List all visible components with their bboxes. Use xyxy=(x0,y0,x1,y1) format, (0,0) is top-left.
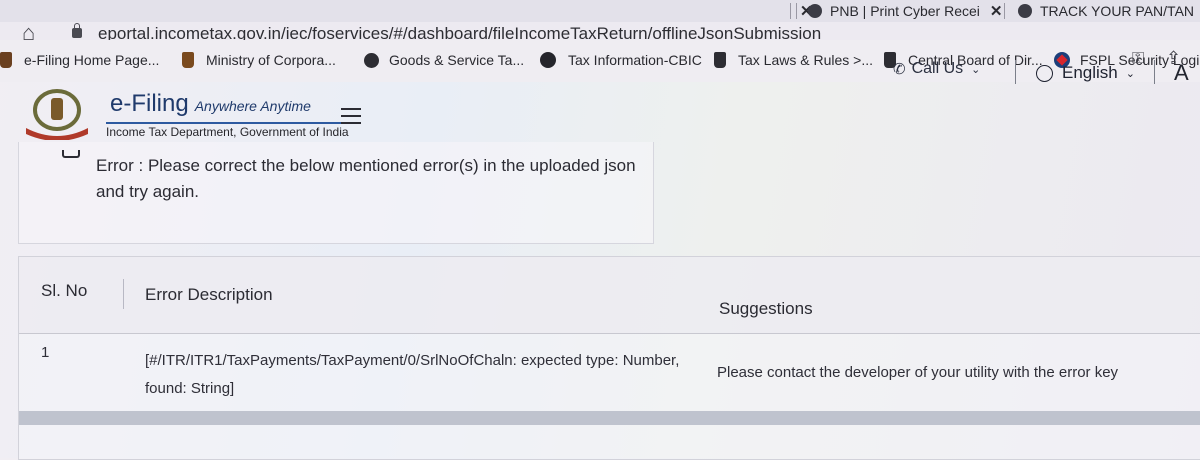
tab-separator xyxy=(796,3,797,19)
cell-suggestion: Please contact the developer of your uti… xyxy=(717,364,1119,381)
bookmark-efiling[interactable]: e-Filing Home Page... xyxy=(0,46,159,74)
close-icon[interactable]: ✕ xyxy=(990,2,1003,20)
call-us-dropdown[interactable]: ✆ Call Us ⌄ xyxy=(893,60,980,78)
globe-icon xyxy=(1018,4,1032,18)
tab-track-pan[interactable]: TRACK YOUR PAN/TAN xyxy=(1018,0,1194,22)
column-header-error-description: Error Description xyxy=(145,285,273,304)
phone-icon: ✆ xyxy=(893,61,906,78)
bookmark-label: Goods & Service Ta... xyxy=(389,52,525,68)
globe-icon xyxy=(808,4,822,18)
emblem-icon xyxy=(0,52,12,68)
column-header-suggestions: Suggestions xyxy=(719,299,813,318)
table-header: Sl. No Error Description Suggestions xyxy=(19,257,1200,334)
efiling-logo[interactable]: e-Filing Anywhere Anytime xyxy=(110,90,311,118)
header-divider xyxy=(1015,60,1016,84)
error-icon xyxy=(62,150,80,158)
language-label: English xyxy=(1062,63,1118,82)
menu-icon[interactable] xyxy=(341,108,361,124)
income-tax-emblem-icon xyxy=(26,89,88,140)
brand-tagline: Anywhere Anytime xyxy=(194,98,311,114)
emblem-icon xyxy=(714,52,726,68)
font-size-button[interactable]: A xyxy=(1174,60,1189,86)
bookmark-cbic[interactable]: Tax Information-CBIC xyxy=(540,46,702,74)
bookmark-label: Tax Information-CBIC xyxy=(568,52,702,68)
cell-error-description: [#/ITR/ITR1/TaxPayments/TaxPayment/0/Srl… xyxy=(145,352,680,397)
brand-name: e-Filing xyxy=(110,90,189,117)
call-us-label: Call Us xyxy=(911,60,964,77)
column-header-sl-no: Sl. No xyxy=(41,281,88,300)
bookmark-label: e-Filing Home Page... xyxy=(24,52,160,68)
chevron-down-icon: ⌄ xyxy=(1125,67,1135,80)
bookmark-label: Tax Laws & Rules >... xyxy=(738,52,874,68)
tab-pnb[interactable]: PNB | Print Cyber Recei ✕ xyxy=(808,0,1002,22)
emblem-icon xyxy=(182,52,194,68)
cbic-logo-icon xyxy=(540,52,556,68)
horizontal-scrollbar[interactable] xyxy=(19,411,1200,425)
bookmark-gst[interactable]: Goods & Service Ta... xyxy=(364,46,524,74)
cell-sl-no: 1 xyxy=(41,344,50,361)
language-dropdown[interactable]: English ⌄ xyxy=(1036,63,1135,83)
column-divider xyxy=(123,279,124,309)
globe-icon xyxy=(1036,64,1053,82)
bookmark-tax-laws[interactable]: Tax Laws & Rules >... xyxy=(714,46,873,74)
error-message: Error : Please correct the below mention… xyxy=(96,156,636,201)
bookmark-label: Ministry of Corpora... xyxy=(206,52,336,68)
lock-icon[interactable] xyxy=(72,23,82,38)
header-divider xyxy=(1154,60,1155,84)
bookmarks-bar: e-Filing Home Page... Ministry of Corpor… xyxy=(0,40,1200,82)
chevron-down-icon: ⌄ xyxy=(971,63,981,76)
tab-label: PNB | Print Cyber Recei xyxy=(830,3,980,19)
tab-separator xyxy=(1004,3,1005,19)
globe-icon xyxy=(364,52,379,68)
browser-tab-strip: ✕ PNB | Print Cyber Recei ✕ TRACK YOUR P… xyxy=(0,0,1200,22)
tab-label: TRACK YOUR PAN/TAN xyxy=(1040,3,1195,19)
brand-subtitle: Income Tax Department, Government of Ind… xyxy=(106,122,349,139)
bookmark-mca[interactable]: Ministry of Corpora... xyxy=(182,46,336,74)
error-table: Sl. No Error Description Suggestions 1 [… xyxy=(18,256,1200,460)
